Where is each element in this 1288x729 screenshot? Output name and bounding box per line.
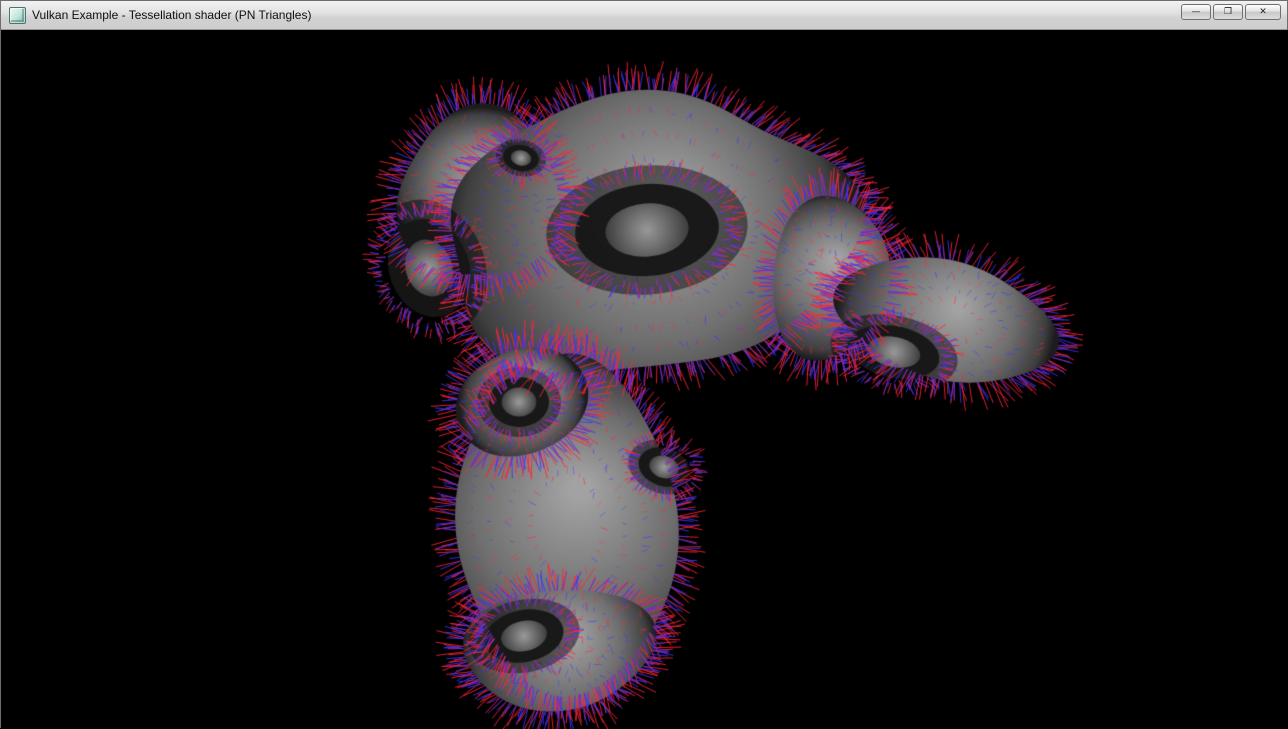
window-title: Vulkan Example - Tessellation shader (PN… xyxy=(32,8,1179,22)
titlebar[interactable]: Vulkan Example - Tessellation shader (PN… xyxy=(1,1,1287,30)
close-icon: ✕ xyxy=(1259,8,1267,17)
restore-icon: ❐ xyxy=(1224,8,1232,17)
minimize-icon: — xyxy=(1192,8,1201,17)
render-area xyxy=(1,30,1287,729)
app-icon xyxy=(9,7,26,24)
app-window: Vulkan Example - Tessellation shader (PN… xyxy=(0,0,1288,728)
maximize-button[interactable]: ❐ xyxy=(1213,4,1243,20)
window-controls: — ❐ ✕ xyxy=(1179,4,1281,20)
vulkan-render-viewport[interactable] xyxy=(1,30,1288,729)
minimize-button[interactable]: — xyxy=(1181,4,1211,20)
close-button[interactable]: ✕ xyxy=(1245,4,1281,20)
